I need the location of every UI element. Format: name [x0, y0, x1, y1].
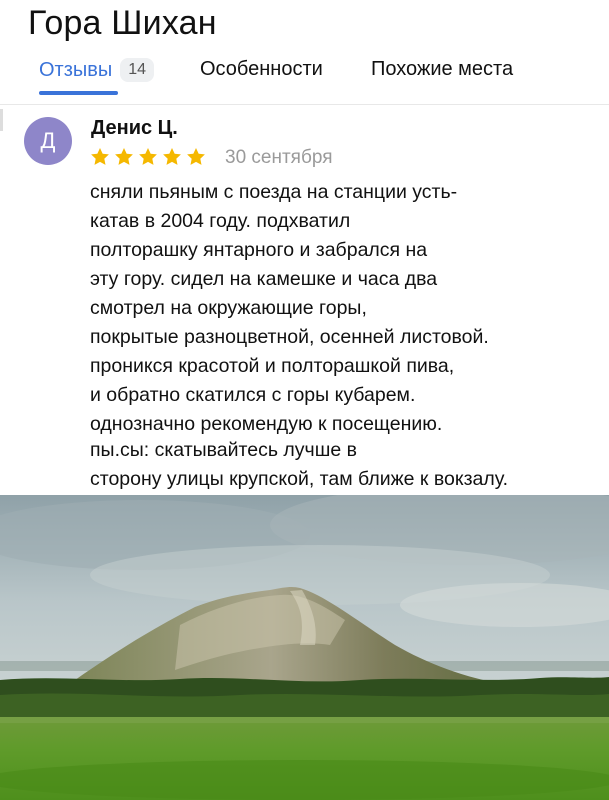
tab-reviews[interactable]: Отзывы 14 — [39, 58, 155, 82]
review-text-line: и обратно скатился с горы кубарем. — [90, 384, 416, 406]
review-date: 30 сентября — [225, 147, 333, 168]
tab-similar-places[interactable]: Похожие места — [371, 58, 513, 81]
review-ps-line: сторону улицы крупской, там ближе к вокз… — [90, 468, 508, 490]
review-text-line: эту гору. сидел на камешке и часа два — [90, 268, 438, 290]
review-text: сняли пьяным с поезда на станции усть- к… — [90, 178, 600, 439]
review-photo[interactable] — [0, 495, 609, 800]
tab-reviews-label: Отзывы — [39, 59, 113, 81]
review-text-line: катав в 2004 году. подхватил — [90, 210, 351, 232]
active-tab-indicator — [39, 91, 118, 95]
avatar[interactable]: Д — [24, 117, 72, 165]
star-icon — [91, 148, 109, 165]
star-icon — [115, 148, 133, 165]
rating-stars — [89, 146, 209, 170]
page-title: Гора Шихан — [28, 4, 217, 42]
review-postscript: пы.сы: скатывайтесь лучше в сторону улиц… — [90, 436, 600, 494]
tab-features[interactable]: Особенности — [200, 58, 323, 81]
tab-bar: Отзывы 14 Особенности Похожие места — [0, 52, 609, 131]
review-text-line: полторашку янтарного и забрался на — [90, 239, 428, 261]
mountain-landscape-image — [0, 495, 609, 800]
page: Гора Шихан Отзывы 14 Особенности Похожие … — [0, 0, 609, 800]
review-text-line: однозначно рекомендую к посещению. — [90, 413, 443, 435]
place-header: Гора Шихан Отзывы 14 Особенности Похожие … — [0, 0, 609, 131]
review-text-line: сняли пьяным с поезда на станции усть- — [90, 181, 458, 203]
reviews-count-badge: 14 — [120, 58, 155, 82]
review-ps-line: пы.сы: скатывайтесь лучше в — [90, 439, 357, 461]
review-text-line: смотрел на окружающие горы, — [90, 297, 367, 319]
star-icon — [187, 148, 205, 165]
star-icon — [139, 148, 157, 165]
review-card: Д Денис Ц. 30 сентября сняли пьяным с по… — [0, 105, 609, 495]
review-text-line: проникся красотой и полторашкой пива, — [90, 355, 455, 377]
review-text-line: покрытые разноцветной, осенней листовой. — [90, 326, 489, 348]
review-author[interactable]: Денис Ц. — [91, 117, 178, 140]
star-icon — [163, 148, 181, 165]
